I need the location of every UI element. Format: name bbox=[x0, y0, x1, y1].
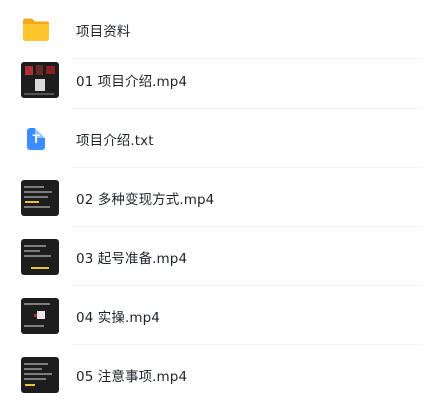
file-list: 项目资料 01 项目介绍.mp4 T 项目介绍.txt 02 多种变现方式.mp… bbox=[0, 0, 423, 400]
video-thumbnail-icon bbox=[21, 61, 59, 98]
file-row-video[interactable]: 03 起号准备.mp4 bbox=[0, 227, 423, 286]
file-row-video[interactable]: 02 多种变现方式.mp4 bbox=[0, 168, 423, 227]
file-name: 03 起号准备.mp4 bbox=[76, 250, 188, 267]
folder-icon bbox=[23, 18, 49, 41]
video-thumbnail-icon bbox=[21, 238, 59, 275]
file-name: 项目介绍.txt bbox=[76, 132, 154, 149]
video-thumbnail-wrap bbox=[21, 237, 61, 277]
video-thumbnail-wrap bbox=[21, 355, 61, 395]
video-thumbnail-icon bbox=[21, 179, 59, 216]
video-thumbnail-icon bbox=[21, 297, 59, 334]
file-row-video[interactable]: 01 项目介绍.mp4 bbox=[0, 50, 423, 109]
file-row-video[interactable]: 05 注意事项.mp4 bbox=[0, 345, 423, 400]
text-file-icon: T bbox=[27, 127, 45, 150]
video-thumbnail-icon bbox=[21, 356, 59, 393]
file-name: 项目资料 bbox=[76, 23, 131, 40]
file-name: 01 项目介绍.mp4 bbox=[76, 73, 188, 90]
video-thumbnail-wrap bbox=[21, 178, 61, 218]
file-name: 04 实操.mp4 bbox=[76, 309, 160, 326]
file-name: 05 注意事项.mp4 bbox=[76, 368, 188, 385]
folder-icon-wrap bbox=[21, 10, 61, 50]
file-name: 02 多种变现方式.mp4 bbox=[76, 191, 215, 208]
file-row-text[interactable]: T 项目介绍.txt bbox=[0, 109, 423, 168]
video-thumbnail-wrap bbox=[21, 60, 61, 100]
file-row-video[interactable]: 04 实操.mp4 bbox=[0, 286, 423, 345]
video-thumbnail-wrap bbox=[21, 296, 61, 336]
text-file-icon-wrap: T bbox=[21, 119, 61, 159]
